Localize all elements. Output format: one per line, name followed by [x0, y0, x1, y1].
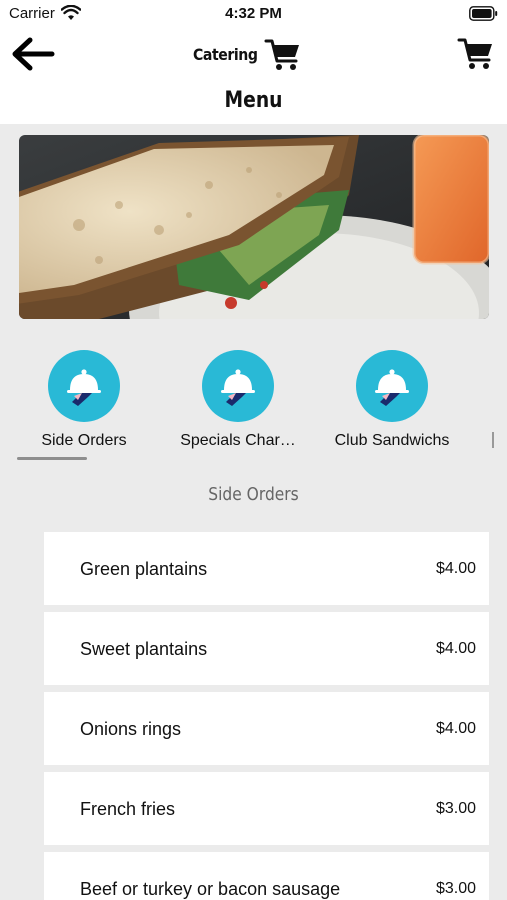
category-side-orders[interactable]: Side Orders	[38, 350, 130, 450]
item-name: French fries	[80, 799, 176, 819]
item-name: Sweet plantains	[80, 639, 208, 659]
item-name: Onions rings	[80, 719, 182, 739]
item-price: $3.00	[435, 880, 476, 897]
menu-item[interactable]: Green plantains $4.00	[44, 532, 489, 605]
serving-cloche-icon	[48, 350, 120, 422]
serving-cloche-icon	[202, 350, 274, 422]
serving-cloche-icon	[356, 350, 428, 422]
battery-icon	[469, 6, 498, 21]
menu-item[interactable]: Beef or turkey or bacon sausage $3.00	[44, 852, 489, 900]
navigation-bar: Catering Menu	[0, 28, 507, 124]
category-label: Side Orders	[41, 432, 127, 449]
menu-item[interactable]: Onions rings $4.00	[44, 692, 489, 765]
page-heading: Menu	[224, 88, 283, 113]
menu-item[interactable]: French fries $3.00	[44, 772, 489, 845]
nav-title: Catering	[193, 45, 258, 64]
section-title: Side Orders	[208, 484, 299, 505]
menu-list: Green plantains $4.00 Sweet plantains $4…	[44, 532, 489, 900]
item-name: Green plantains	[80, 559, 208, 579]
item-name: Beef or turkey or bacon sausage	[80, 879, 341, 899]
category-club-sandwichs[interactable]: Club Sandwichs	[330, 350, 454, 450]
status-bar: Carrier 4:32 PM	[0, 0, 507, 28]
item-price: $4.00	[435, 640, 476, 657]
item-price: $4.00	[435, 560, 476, 577]
cart-icon	[264, 39, 299, 70]
cart-button-icon[interactable]	[457, 34, 495, 72]
item-price: $4.00	[435, 720, 476, 737]
category-label: Club Sandwichs	[334, 432, 450, 449]
clock: 4:32 PM	[225, 5, 282, 22]
category-overflow-mark	[492, 432, 494, 448]
category-label: Specials Char…	[180, 432, 296, 449]
back-arrow-icon[interactable]	[10, 36, 56, 72]
item-price: $3.00	[435, 800, 476, 817]
menu-item[interactable]: Sweet plantains $4.00	[44, 612, 489, 685]
category-specials[interactable]: Specials Char…	[174, 350, 302, 450]
hero-food-image	[19, 135, 489, 319]
active-category-indicator	[17, 457, 87, 460]
category-selector: Side Orders Specials Char… Club Sandwich…	[0, 350, 507, 465]
